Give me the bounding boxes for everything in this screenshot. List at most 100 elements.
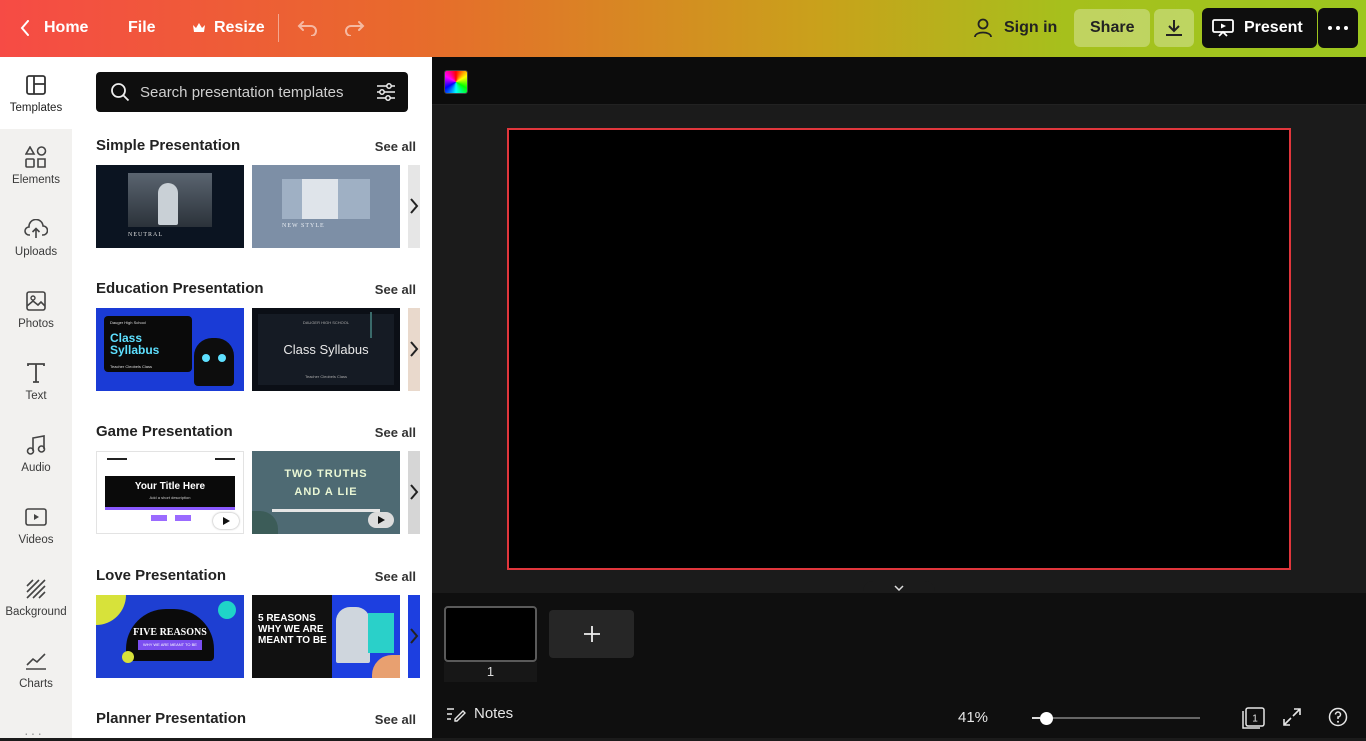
thumbnail-text: Class Syllabus bbox=[283, 342, 369, 357]
nav-elements[interactable]: Elements bbox=[0, 129, 72, 201]
editor-footer: Notes 41% 1 bbox=[432, 697, 1366, 738]
thumbnail-text: NEW STYLE bbox=[282, 223, 325, 229]
slide-canvas[interactable] bbox=[507, 128, 1291, 570]
chevron-right-icon bbox=[409, 484, 419, 500]
share-button[interactable]: Share bbox=[1074, 9, 1151, 47]
nav-background[interactable]: Background bbox=[0, 561, 72, 633]
more-options-button[interactable] bbox=[1318, 8, 1358, 48]
see-all-link[interactable]: See all bbox=[375, 569, 416, 584]
nav-charts-label: Charts bbox=[19, 678, 53, 690]
section-title: Education Presentation bbox=[96, 280, 264, 297]
home-label: Home bbox=[44, 19, 89, 36]
template-thumbnail[interactable]: NEUTRAL bbox=[96, 165, 244, 248]
template-thumbnail[interactable]: 5 REASONS WHY WE ARE MEANT TO BE bbox=[252, 595, 400, 678]
top-bar: Home File Resize Sign in Share Present bbox=[0, 0, 1366, 57]
svg-text:1: 1 bbox=[1252, 714, 1258, 725]
play-video-icon bbox=[368, 512, 394, 528]
toolbar-divider bbox=[278, 14, 279, 42]
thumbnail-footer-text: Teacher Cleobels Class bbox=[304, 374, 348, 379]
crown-icon bbox=[192, 22, 206, 34]
nav-uploads-label: Uploads bbox=[14, 246, 58, 258]
sign-in-button[interactable]: Sign in bbox=[962, 8, 1069, 48]
zoom-percentage[interactable]: 41% bbox=[958, 709, 988, 726]
add-page-button[interactable] bbox=[549, 610, 634, 658]
section-simple-presentation: Simple Presentation See all NEUTRAL NEW … bbox=[96, 137, 420, 252]
music-note-icon bbox=[23, 432, 49, 458]
carousel-next-button[interactable] bbox=[402, 191, 426, 221]
notes-button[interactable]: Notes bbox=[446, 705, 513, 722]
thumbnail-small-text: Dauger High School bbox=[110, 320, 146, 325]
thumbnail-text: NEUTRAL bbox=[128, 232, 163, 238]
redo-button[interactable] bbox=[336, 10, 372, 46]
nav-audio[interactable]: Audio bbox=[0, 417, 72, 489]
resize-button[interactable]: Resize bbox=[180, 8, 277, 48]
template-thumbnail[interactable]: TWO TRUTHS AND A LIE bbox=[252, 451, 400, 534]
section-planner-presentation: Planner Presentation See all bbox=[96, 710, 416, 738]
nav-background-label: Background bbox=[5, 606, 67, 618]
thumbnail-text: FIVE REASONS bbox=[133, 627, 207, 638]
present-label: Present bbox=[1244, 19, 1303, 36]
nav-text[interactable]: Text bbox=[0, 345, 72, 417]
chevron-right-icon bbox=[409, 628, 419, 644]
see-all-link[interactable]: See all bbox=[375, 425, 416, 440]
nav-audio-label: Audio bbox=[21, 462, 51, 474]
search-bar bbox=[96, 72, 408, 112]
download-button[interactable] bbox=[1154, 9, 1194, 47]
filter-sliders-icon[interactable] bbox=[376, 82, 396, 102]
more-apps-dots[interactable]: ··· bbox=[24, 725, 44, 741]
zoom-slider-handle[interactable] bbox=[1040, 712, 1053, 725]
template-thumbnail[interactable]: NEW STYLE bbox=[252, 165, 400, 248]
carousel-next-button[interactable] bbox=[402, 621, 426, 651]
undo-button[interactable] bbox=[290, 10, 326, 46]
fullscreen-button[interactable] bbox=[1282, 707, 1302, 727]
help-button[interactable] bbox=[1328, 707, 1348, 727]
present-icon bbox=[1212, 19, 1234, 37]
background-color-picker[interactable] bbox=[444, 70, 468, 94]
carousel-next-button[interactable] bbox=[402, 477, 426, 507]
redo-icon bbox=[343, 20, 365, 36]
sign-in-label: Sign in bbox=[1004, 19, 1058, 36]
elements-icon bbox=[23, 144, 49, 170]
background-hatch-icon bbox=[23, 576, 49, 602]
see-all-link[interactable]: See all bbox=[375, 139, 416, 154]
nav-uploads[interactable]: Uploads bbox=[0, 201, 72, 273]
thumbnail-text: TWO TRUTHS AND A LIE bbox=[284, 468, 368, 498]
editor-context-toolbar bbox=[432, 57, 1366, 105]
carousel-next-button[interactable] bbox=[402, 334, 426, 364]
section-title: Game Presentation bbox=[96, 423, 233, 440]
template-thumbnail[interactable]: FIVE REASONS WHY WE ARE MEANT TO BE bbox=[96, 595, 244, 678]
search-input[interactable] bbox=[140, 72, 370, 112]
file-menu-button[interactable]: File bbox=[116, 8, 168, 48]
notes-label: Notes bbox=[474, 705, 514, 722]
nav-charts[interactable]: Charts bbox=[0, 633, 72, 705]
section-title: Simple Presentation bbox=[96, 137, 241, 154]
nav-elements-label: Elements bbox=[12, 174, 60, 186]
side-navigation: Templates Elements Uploads Photos Text A… bbox=[0, 57, 72, 741]
see-all-link[interactable]: See all bbox=[375, 282, 416, 297]
thumbnail-text: Class Syllabus bbox=[110, 331, 160, 357]
notes-pencil-icon bbox=[446, 706, 474, 722]
template-thumbnail[interactable]: Dauger High School Class Syllabus Teache… bbox=[96, 308, 244, 391]
template-thumbnail[interactable]: DAUGER HIGH SCHOOL Class Syllabus Teache… bbox=[252, 308, 400, 391]
search-icon bbox=[110, 82, 130, 102]
present-button[interactable]: Present bbox=[1202, 8, 1317, 48]
chevron-right-icon bbox=[409, 341, 419, 357]
nav-photos[interactable]: Photos bbox=[0, 273, 72, 345]
more-horizontal-icon bbox=[1328, 26, 1348, 30]
home-button[interactable]: Home bbox=[8, 8, 100, 48]
photo-icon bbox=[23, 288, 49, 314]
grid-view-button[interactable]: 1 bbox=[1241, 707, 1265, 729]
page-thumbnail[interactable] bbox=[444, 606, 537, 662]
template-thumbnail[interactable]: Your Title Here Add a short description bbox=[96, 451, 244, 534]
video-icon bbox=[23, 504, 49, 530]
thumbnail-footer-text: Teacher Cleobels Class bbox=[110, 364, 153, 369]
zoom-slider[interactable] bbox=[1032, 709, 1202, 727]
file-label: File bbox=[128, 19, 156, 36]
nav-templates[interactable]: Templates bbox=[0, 57, 72, 129]
download-icon bbox=[1165, 19, 1183, 37]
chevron-right-icon bbox=[409, 198, 419, 214]
see-all-link[interactable]: See all bbox=[375, 712, 416, 727]
templates-icon bbox=[23, 72, 49, 98]
nav-videos[interactable]: Videos bbox=[0, 489, 72, 561]
chevron-left-icon bbox=[20, 20, 30, 36]
